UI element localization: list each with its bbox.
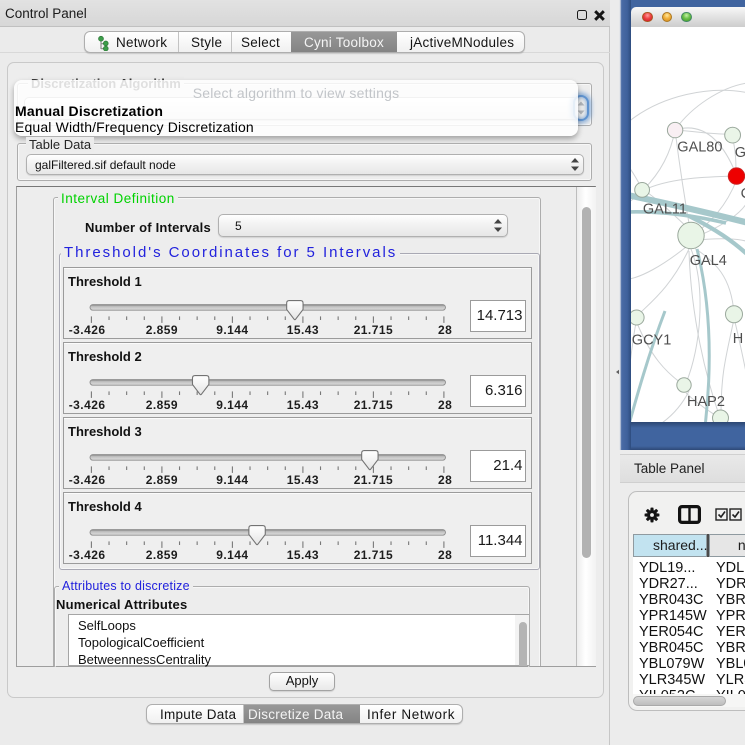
- svg-text:GAL80: GAL80: [677, 139, 722, 155]
- svg-text:GAL11: GAL11: [643, 201, 687, 217]
- svg-text:21.715: 21.715: [354, 548, 393, 562]
- svg-text:15.43: 15.43: [287, 398, 319, 412]
- svg-text:GCY1: GCY1: [632, 332, 672, 348]
- svg-text:-3.426: -3.426: [69, 473, 106, 487]
- svg-text:C: C: [741, 186, 745, 202]
- svg-text:2.859: 2.859: [146, 323, 178, 337]
- svg-text:28: 28: [438, 323, 452, 337]
- svg-text:9.144: 9.144: [216, 548, 248, 562]
- svg-text:2.859: 2.859: [146, 473, 178, 487]
- svg-text:-3.426: -3.426: [69, 323, 106, 337]
- svg-text:21.715: 21.715: [354, 398, 393, 412]
- svg-text:HAP2: HAP2: [687, 394, 725, 410]
- svg-text:28: 28: [438, 548, 452, 562]
- svg-text:-3.426: -3.426: [69, 548, 106, 562]
- svg-text:21.715: 21.715: [354, 323, 393, 337]
- svg-text:28: 28: [438, 473, 452, 487]
- svg-text:H: H: [733, 331, 743, 347]
- svg-text:G: G: [735, 145, 745, 161]
- svg-text:15.43: 15.43: [287, 323, 319, 337]
- svg-text:21.715: 21.715: [354, 473, 393, 487]
- svg-text:9.144: 9.144: [216, 323, 248, 337]
- svg-text:2.859: 2.859: [146, 548, 178, 562]
- svg-text:15.43: 15.43: [287, 473, 319, 487]
- svg-text:9.144: 9.144: [216, 398, 248, 412]
- svg-text:-3.426: -3.426: [69, 398, 106, 412]
- svg-text:9.144: 9.144: [216, 473, 248, 487]
- svg-text:15.43: 15.43: [287, 548, 319, 562]
- svg-text:28: 28: [438, 398, 452, 412]
- svg-text:GAL4: GAL4: [690, 253, 727, 269]
- svg-text:2.859: 2.859: [146, 398, 178, 412]
